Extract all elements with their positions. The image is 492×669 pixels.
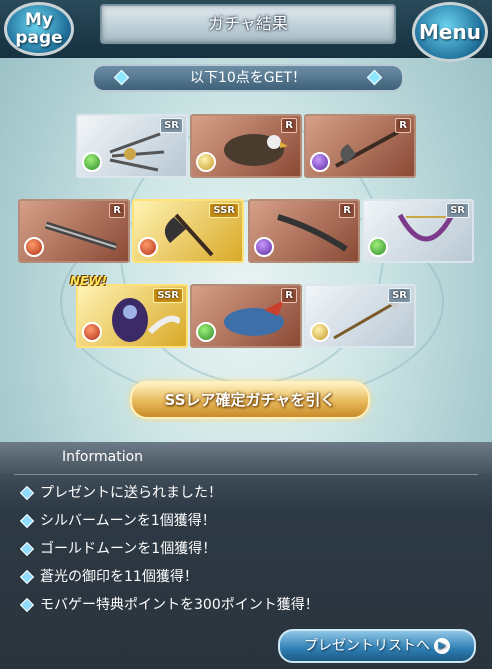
- light-element-icon: [196, 152, 216, 172]
- wind-element-icon: [196, 322, 216, 342]
- ss-rare-gacha-button[interactable]: SSレア確定ガチャを引く: [130, 381, 370, 419]
- get-banner-text: 以下10点をGET！: [189, 70, 307, 86]
- dark-element-icon: [310, 152, 330, 172]
- rarity-badge: R: [339, 203, 355, 218]
- info-item: シルバームーンを1個獲得！: [19, 510, 216, 532]
- info-item: モバゲー特典ポイントを300ポイント獲得！: [19, 594, 319, 616]
- information-header: Information: [0, 442, 492, 474]
- gem-icon: [113, 69, 130, 86]
- diamond-bullet-icon: [19, 541, 35, 557]
- new-badge: NEW!: [70, 274, 107, 288]
- fire-element-icon: [24, 237, 44, 257]
- wind-element-icon: [82, 152, 102, 172]
- gacha-result-screen: My page ガチャ結果 Menu 以下10点をGET！ SR R R R SSR R S…: [0, 0, 492, 669]
- info-item: 蒼光の御印を11個獲得！: [19, 566, 198, 588]
- light-element-icon: [310, 322, 330, 342]
- get-banner: 以下10点をGET！: [92, 64, 404, 92]
- information-title: Information: [62, 449, 144, 465]
- rarity-badge: R: [395, 118, 411, 133]
- gem-icon: [366, 69, 383, 86]
- result-card[interactable]: SR: [362, 199, 474, 263]
- rarity-badge: SR: [446, 203, 469, 218]
- divider: [14, 474, 478, 475]
- result-card[interactable]: R: [18, 199, 130, 263]
- page-title: ガチャ結果: [208, 14, 288, 33]
- result-card[interactable]: SR: [76, 114, 188, 178]
- wind-element-icon: [368, 237, 388, 257]
- diamond-bullet-icon: [19, 597, 35, 613]
- present-list-button[interactable]: プレゼントリストへ ▶: [278, 629, 476, 663]
- result-card[interactable]: R: [304, 114, 416, 178]
- rarity-badge: SR: [160, 118, 183, 133]
- info-item: プレゼントに送られました！: [19, 482, 222, 504]
- rarity-badge: SSR: [153, 288, 183, 303]
- top-bar: My page ガチャ結果 Menu: [0, 0, 492, 62]
- diamond-bullet-icon: [19, 485, 35, 501]
- rarity-badge: R: [281, 118, 297, 133]
- result-card[interactable]: SSR: [76, 284, 188, 348]
- info-item: ゴールドムーンを1個獲得！: [19, 538, 216, 560]
- rarity-badge: R: [281, 288, 297, 303]
- result-card[interactable]: R: [190, 114, 302, 178]
- mypage-button[interactable]: My page: [4, 2, 74, 56]
- result-card[interactable]: SSR: [132, 199, 244, 263]
- result-card[interactable]: R: [248, 199, 360, 263]
- rarity-badge: R: [109, 203, 125, 218]
- rarity-badge: SSR: [209, 203, 239, 218]
- present-list-label: プレゼントリストへ: [304, 638, 430, 654]
- menu-button[interactable]: Menu: [412, 2, 488, 62]
- fire-element-icon: [82, 322, 102, 342]
- fire-element-icon: [138, 237, 158, 257]
- result-card[interactable]: R: [190, 284, 302, 348]
- dark-element-icon: [254, 237, 274, 257]
- rarity-badge: SR: [388, 288, 411, 303]
- diamond-bullet-icon: [19, 569, 35, 585]
- diamond-bullet-icon: [19, 513, 35, 529]
- play-arrow-icon: ▶: [434, 638, 450, 654]
- title-plate: ガチャ結果: [100, 4, 396, 44]
- result-card[interactable]: SR: [304, 284, 416, 348]
